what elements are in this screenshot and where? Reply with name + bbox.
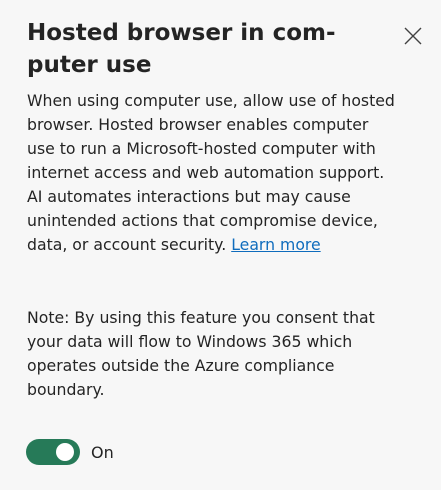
note-line: your data will flow to Windows 365 which (27, 332, 353, 351)
hosted-browser-toggle[interactable] (26, 439, 80, 465)
note-line: boundary. (27, 380, 105, 399)
toggle-knob (56, 443, 74, 461)
description-line-text: data, or account security. (27, 235, 232, 254)
description-line: internet access and web automation suppo… (27, 163, 385, 182)
description-line: use to run a Microsoft-hosted computer w… (27, 139, 376, 158)
learn-more-link[interactable]: Learn more (231, 235, 320, 254)
description-line: When using computer use, allow use of ho… (27, 91, 395, 110)
close-icon (404, 27, 422, 45)
hosted-browser-panel: Hosted browser in com- puter use When us… (0, 0, 441, 490)
description-last-line: data, or account security. Learn more (27, 233, 437, 257)
note-line: operates outside the Azure compliance (27, 356, 335, 375)
consent-note: Note: By using this feature you consent … (27, 306, 437, 402)
panel-title: Hosted browser in com- puter use (27, 17, 367, 81)
description-text: When using computer use, allow use of ho… (27, 89, 437, 257)
panel-title-line-1: Hosted browser in com- (27, 20, 336, 46)
panel-title-line-2: puter use (27, 52, 152, 78)
description-line: unintended actions that compromise devic… (27, 211, 378, 230)
toggle-state-label: On (91, 442, 114, 462)
hosted-browser-toggle-row: On (26, 439, 114, 465)
description-line: AI automates interactions but may cause (27, 187, 351, 206)
note-line: Note: By using this feature you consent … (27, 308, 375, 327)
close-button[interactable] (398, 21, 428, 51)
description-line: browser. Hosted browser enables computer (27, 115, 369, 134)
